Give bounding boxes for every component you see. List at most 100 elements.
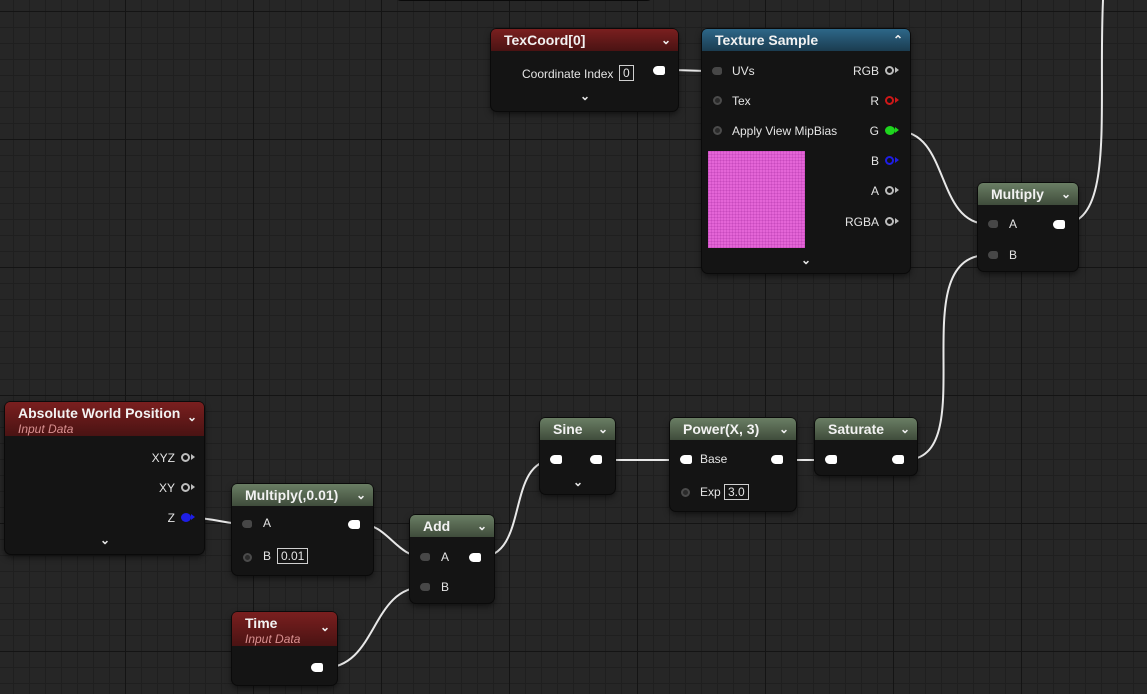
input-a-label: A	[263, 516, 272, 530]
input-b-pin[interactable]	[243, 553, 252, 562]
xyz-pin[interactable]	[181, 453, 190, 462]
input-uvs-label: UVs	[732, 64, 755, 78]
xy-pin[interactable]	[181, 483, 190, 492]
node-title: Time	[245, 615, 278, 631]
chevron-down-icon[interactable]: ⌄	[356, 484, 366, 506]
input-pin[interactable]	[550, 455, 562, 464]
g-pin[interactable]	[885, 126, 895, 135]
node-title: Multiply	[991, 186, 1044, 202]
output-pin[interactable]	[1053, 220, 1065, 229]
node-header[interactable]: TexCoord[0] ⌄	[491, 29, 678, 51]
chevron-down-icon[interactable]: ⌄	[900, 418, 910, 440]
node-header[interactable]: Absolute World Position Input Data ⌄	[5, 402, 204, 436]
input-mipbias-label: Apply View MipBias	[732, 124, 838, 138]
rgb-pin-arrow	[895, 67, 899, 73]
node-header[interactable]: Time Input Data ⌄	[232, 612, 337, 646]
z-pin[interactable]	[181, 513, 191, 522]
coordinate-index-input[interactable]: 0	[619, 65, 634, 81]
node-title: Absolute World Position	[18, 405, 181, 421]
xyz-pin-arrow	[191, 454, 195, 460]
chevron-up-icon[interactable]: ⌃	[893, 29, 903, 51]
output-pin[interactable]	[348, 520, 360, 529]
r-pin-arrow	[895, 97, 899, 103]
tex-pin[interactable]	[713, 96, 722, 105]
chevron-down-icon[interactable]: ⌄	[320, 620, 330, 634]
input-b-label: B	[441, 580, 450, 594]
output-pin[interactable]	[590, 455, 602, 464]
input-a-pin[interactable]	[988, 220, 998, 228]
input-b-pin[interactable]	[420, 583, 430, 591]
node-header[interactable]: Sine ⌄	[540, 418, 615, 440]
input-a-pin[interactable]	[242, 520, 252, 528]
node-header[interactable]: Multiply(,0.01) ⌄	[232, 484, 373, 506]
input-b-label: B	[263, 549, 272, 563]
expand-arrow-icon[interactable]: ⌄	[580, 89, 590, 103]
input-a-label: A	[1009, 217, 1018, 231]
output-a-label: A	[870, 184, 879, 198]
base-label: Base	[700, 452, 728, 466]
chevron-down-icon[interactable]: ⌄	[661, 29, 671, 51]
node-title: Sine	[553, 421, 583, 437]
exp-value-input[interactable]: 3.0	[724, 484, 749, 500]
power-node[interactable]: Power(X, 3) ⌄ Base Exp 3.0	[670, 418, 796, 511]
saturate-node[interactable]: Saturate ⌄	[815, 418, 917, 475]
expand-arrow-icon[interactable]: ⌄	[573, 475, 583, 489]
absolute-world-position-node[interactable]: Absolute World Position Input Data ⌄ XYZ…	[5, 402, 204, 554]
node-title: Multiply(,0.01)	[245, 487, 339, 503]
node-header[interactable]: Saturate ⌄	[815, 418, 917, 440]
chevron-down-icon[interactable]: ⌄	[1061, 183, 1071, 205]
base-pin[interactable]	[680, 455, 692, 464]
time-node[interactable]: Time Input Data ⌄	[232, 612, 337, 685]
output-pin[interactable]	[653, 66, 665, 75]
chevron-down-icon[interactable]: ⌄	[187, 410, 197, 424]
a-pin[interactable]	[885, 186, 894, 195]
texture-sample-node[interactable]: Texture Sample ⌃ UVs Tex Apply View MipB…	[702, 29, 910, 273]
add-node[interactable]: Add ⌄ A B	[410, 515, 494, 603]
node-title: TexCoord[0]	[504, 32, 586, 48]
mipbias-pin[interactable]	[713, 126, 722, 135]
input-b-label: B	[1009, 248, 1018, 262]
output-b-label: B	[870, 154, 879, 168]
output-z-label: Z	[167, 511, 175, 525]
node-header[interactable]: Texture Sample ⌃	[702, 29, 910, 51]
wire-saturate-multiply-b	[904, 254, 989, 461]
rgba-pin[interactable]	[885, 217, 894, 226]
texcoord-node[interactable]: TexCoord[0] ⌄ Coordinate Index 0 ⌄	[491, 29, 678, 111]
node-header[interactable]: Multiply ⌄	[978, 183, 1078, 205]
rgb-pin[interactable]	[885, 66, 894, 75]
chevron-down-icon[interactable]: ⌄	[477, 515, 487, 537]
r-pin[interactable]	[885, 96, 894, 105]
chevron-down-icon[interactable]: ⌄	[598, 418, 608, 440]
input-pin[interactable]	[825, 455, 837, 464]
wire-time-add-b	[322, 586, 425, 669]
expand-arrow-icon[interactable]: ⌄	[100, 533, 110, 547]
expand-arrow-icon[interactable]: ⌄	[801, 253, 811, 267]
uvs-pin[interactable]	[712, 67, 722, 75]
chevron-down-icon[interactable]: ⌄	[779, 418, 789, 440]
texture-preview	[708, 151, 805, 248]
node-header[interactable]: Add ⌄	[410, 515, 494, 537]
xy-pin-arrow	[191, 484, 195, 490]
sine-node[interactable]: Sine ⌄ ⌄	[540, 418, 615, 494]
output-pin[interactable]	[771, 455, 783, 464]
input-b-pin[interactable]	[988, 251, 998, 259]
output-rgba-label: RGBA	[844, 215, 879, 229]
output-pin[interactable]	[469, 553, 481, 562]
rgba-pin-arrow	[895, 218, 899, 224]
node-header[interactable]: Power(X, 3) ⌄	[670, 418, 796, 440]
node-subtitle: Input Data	[18, 422, 74, 436]
output-rgb-label: RGB	[852, 64, 879, 78]
output-pin[interactable]	[311, 663, 323, 672]
exp-pin[interactable]	[681, 488, 690, 497]
output-pin[interactable]	[892, 455, 904, 464]
multiply-constant-node[interactable]: Multiply(,0.01) ⌄ A B 0.01	[232, 484, 373, 575]
b-pin[interactable]	[885, 156, 894, 165]
multiply-node[interactable]: Multiply ⌄ A B	[978, 183, 1078, 271]
input-a-pin[interactable]	[420, 553, 430, 561]
output-xyz-label: XYZ	[151, 451, 175, 465]
g-pin-arrow	[895, 127, 899, 133]
output-g-label: G	[869, 124, 879, 138]
node-title: Add	[423, 518, 451, 534]
node-subtitle: Input Data	[245, 632, 301, 646]
b-value-input[interactable]: 0.01	[277, 548, 309, 564]
